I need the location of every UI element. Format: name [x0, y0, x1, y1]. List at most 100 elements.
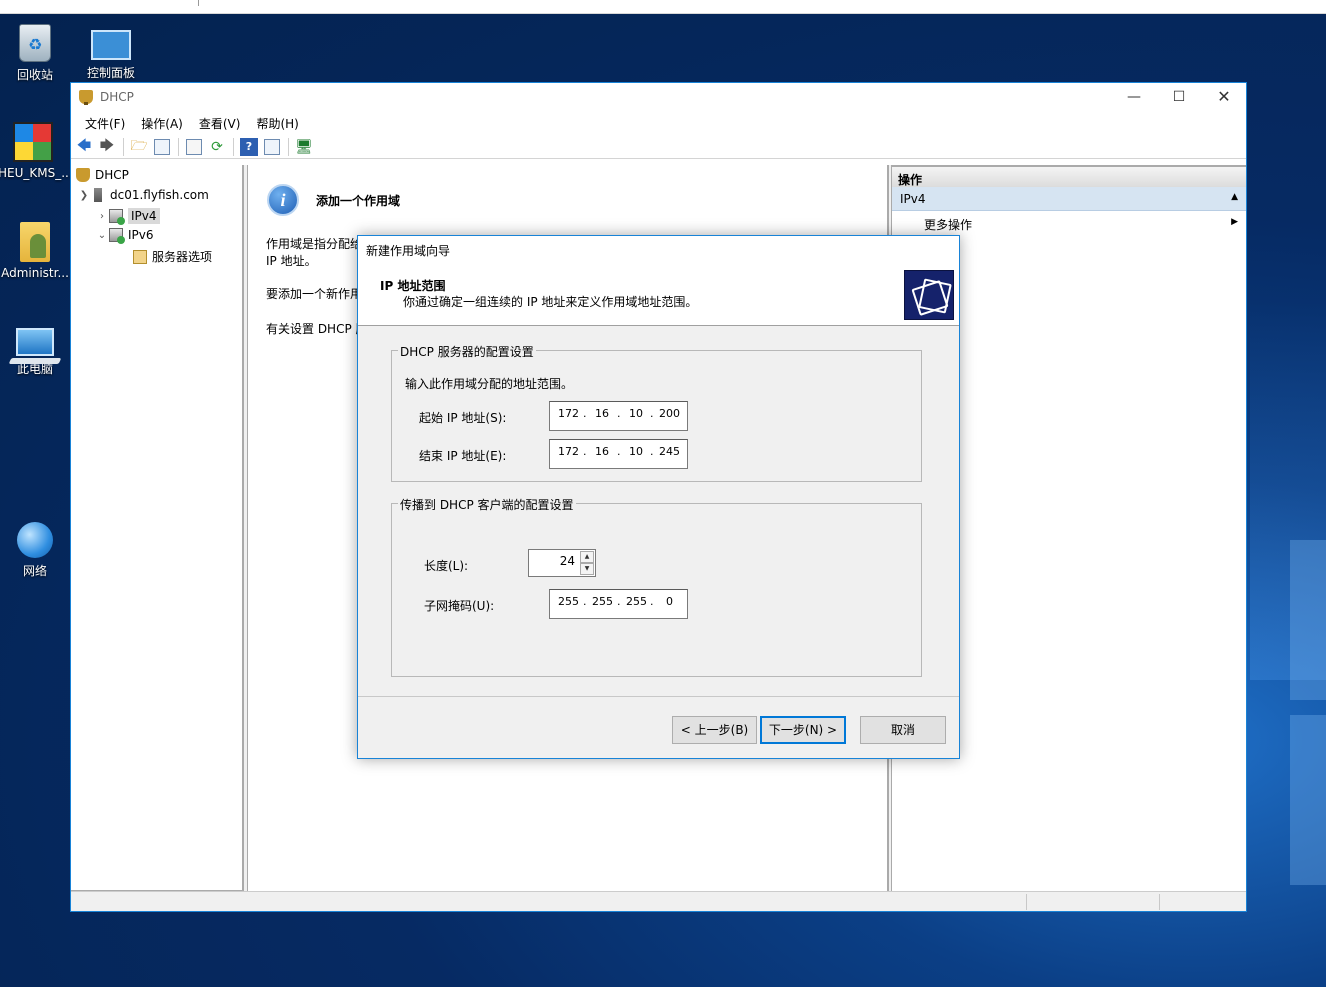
user-folder-icon [20, 222, 50, 262]
help-icon[interactable]: ? [240, 137, 258, 156]
ip-octet: 245 [659, 445, 680, 458]
toolbar-separator [123, 137, 124, 156]
desktop-icon-label: Administr... [1, 266, 69, 280]
ip-octet: 255 [558, 595, 579, 608]
end-ip-label: 结束 IP 地址(E): [419, 449, 507, 463]
actions-item-label: 更多操作 [924, 218, 973, 232]
server-monitor-icon[interactable]: 🖥 [295, 138, 313, 156]
results-text: 作用域是指分配给 [266, 237, 363, 251]
menu-help[interactable]: 帮助(H) [248, 115, 306, 132]
dhcp-trophy-icon [79, 90, 93, 105]
client-config-group: 传播到 DHCP 客户端的配置设置 长度(L): 24 ▲ ▼ 子网掩码(U):… [391, 496, 922, 677]
ip-octet: 10 [629, 445, 643, 458]
tree-label: IPv6 [128, 228, 154, 242]
submenu-arrow-icon: ▶ [1231, 217, 1238, 227]
toolbar-separator [288, 137, 289, 156]
subnet-mask-label: 子网掩码(U): [424, 599, 495, 613]
desktop-icon-heu-kms[interactable]: HEU_KMS_... [0, 122, 73, 180]
properties-icon[interactable] [185, 138, 203, 156]
subnet-mask-field[interactable]: 255 . 255 . 255 . 0 [549, 589, 688, 619]
range-instruction: 输入此作用域分配的地址范围。 [405, 377, 574, 391]
group-legend: 传播到 DHCP 客户端的配置设置 [398, 496, 576, 513]
wizard-folders-icon [904, 270, 954, 320]
ip-octet: 10 [629, 407, 643, 420]
recycle-bin-icon [19, 24, 51, 62]
desktop-icon-administrator[interactable]: Administr... [0, 222, 70, 280]
server-options-icon [133, 249, 147, 264]
network-icon [17, 522, 53, 558]
console-tree: DHCP ❯ dc01.flyfish.com › IPv4 ⌄ IPv6 服务… [71, 165, 244, 891]
ip-dot: . [650, 407, 654, 420]
toolbar: 🡄 🡆 🗁 ⟳ ? 🖥 [71, 135, 1246, 159]
desktop-icon-label: 回收站 [16, 68, 53, 82]
end-ip-field[interactable]: 172 . 16 . 10 . 245 [549, 439, 688, 469]
desktop-icon-control-panel[interactable]: 控制面板 [76, 26, 146, 81]
new-scope-wizard-dialog: 新建作用域向导 IP 地址范围 你通过确定一组连续的 IP 地址来定义作用域地址… [357, 235, 960, 759]
heu-kms-icon [13, 122, 53, 162]
prefix-length-spinner[interactable]: 24 ▲ ▼ [528, 549, 596, 577]
ip-octet: 0 [666, 595, 673, 608]
spin-up-icon[interactable]: ▲ [580, 551, 594, 563]
start-ip-field[interactable]: 172 . 16 . 10 . 200 [549, 401, 688, 431]
desktop-icon-network[interactable]: 网络 [0, 522, 70, 579]
tree-node-ipv6[interactable]: ⌄ IPv6 [95, 228, 154, 244]
menu-view[interactable]: 查看(V) [191, 115, 249, 132]
refresh-icon[interactable]: ⟳ [208, 138, 226, 156]
toolbar-separator [233, 137, 234, 156]
action-pane-icon[interactable] [263, 138, 281, 156]
server-config-group: DHCP 服务器的配置设置 输入此作用域分配的地址范围。 起始 IP 地址(S)… [391, 343, 922, 482]
title-bar[interactable]: DHCP — ☐ ✕ [71, 83, 1246, 111]
cancel-button[interactable]: 取消 [860, 716, 946, 744]
chevron-right-icon[interactable]: › [95, 211, 109, 222]
toolbar-separator [178, 137, 179, 156]
actions-section-ipv4[interactable]: IPv4 ▲ [892, 187, 1246, 211]
dialog-separator [358, 696, 959, 697]
tree-node-dhcp[interactable]: DHCP [76, 168, 129, 182]
status-divider [1026, 894, 1027, 910]
ip-octet: 172 [558, 445, 579, 458]
forward-arrow-icon[interactable]: 🡆 [98, 138, 116, 156]
prefix-length-value: 24 [559, 554, 575, 568]
taskbar-top-strip [0, 0, 1326, 14]
ip-octet: 255 [626, 595, 647, 608]
maximize-button[interactable]: ☐ [1156, 83, 1202, 111]
spin-down-icon[interactable]: ▼ [580, 563, 594, 575]
results-text: 有关设置 DHCP 服 [266, 322, 368, 336]
tree-node-server-options[interactable]: 服务器选项 [133, 248, 212, 265]
ip-octet: 200 [659, 407, 680, 420]
menu-file[interactable]: 文件(F) [77, 115, 133, 132]
collapse-triangle-icon[interactable]: ▲ [1231, 192, 1238, 202]
results-text: IP 地址。 [266, 254, 317, 268]
up-folder-icon[interactable]: 🗁 [130, 138, 148, 156]
status-bar [71, 891, 1246, 911]
wallpaper-window-pane [1290, 540, 1326, 700]
dhcp-trophy-icon [76, 168, 90, 182]
ip-octet: 255 [592, 595, 613, 608]
ip-dot: . [650, 445, 654, 458]
show-hide-tree-icon[interactable] [153, 138, 171, 156]
wallpaper-window-pane [1290, 715, 1326, 885]
close-button[interactable]: ✕ [1201, 83, 1247, 111]
control-panel-icon [91, 30, 131, 60]
status-divider [1159, 894, 1160, 910]
minimize-button[interactable]: — [1111, 83, 1157, 111]
length-label: 长度(L): [424, 559, 469, 573]
chevron-down-icon[interactable]: ❯ [77, 190, 91, 201]
back-arrow-icon[interactable]: 🡄 [75, 138, 93, 156]
wizard-header: IP 地址范围 你通过确定一组连续的 IP 地址来定义作用域地址范围。 [358, 264, 959, 326]
ip-octet: 16 [595, 445, 609, 458]
back-button[interactable]: < 上一步(B) [672, 716, 757, 744]
actions-header: 操作 [892, 165, 1246, 187]
start-ip-label: 起始 IP 地址(S): [419, 411, 507, 425]
tree-node-ipv4[interactable]: › IPv4 [95, 208, 160, 225]
desktop-icon-this-pc[interactable]: 此电脑 [0, 322, 70, 377]
menu-action[interactable]: 操作(A) [133, 115, 191, 132]
next-button[interactable]: 下一步(N) > [760, 716, 846, 744]
dialog-title[interactable]: 新建作用域向导 [358, 236, 959, 264]
ip-octet: 16 [595, 407, 609, 420]
tree-node-server[interactable]: ❯ dc01.flyfish.com [77, 188, 209, 202]
group-legend: DHCP 服务器的配置设置 [398, 343, 536, 360]
chevron-down-icon[interactable]: ⌄ [95, 230, 109, 241]
actions-more-item[interactable]: 更多操作 ▶ [892, 211, 1246, 235]
desktop-icon-recycle-bin[interactable]: 回收站 [0, 24, 70, 83]
